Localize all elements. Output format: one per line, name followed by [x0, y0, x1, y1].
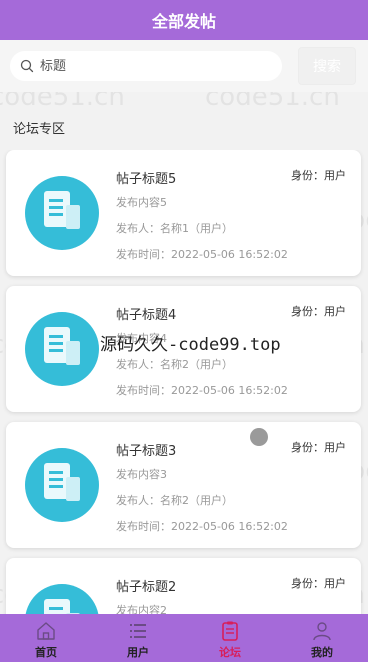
post-title: 帖子标题5 [116, 172, 177, 187]
search-button[interactable]: 搜索 [298, 47, 356, 85]
tab-label: 论坛 [219, 646, 241, 659]
search-bar: 搜索 [0, 40, 368, 92]
post-author: 发布人：名称1（用户） [116, 222, 233, 235]
post-card[interactable]: 帖子标题3 身份：用户 发布内容3 发布人：名称2（用户） 发布时间：2022-… [6, 422, 361, 548]
document-icon [44, 463, 80, 501]
post-identity: 身份：用户 [291, 577, 346, 590]
post-list: 帖子标题5 身份：用户 发布内容5 发布人：名称1（用户） 发布时间：2022-… [0, 150, 368, 614]
person-icon [313, 622, 331, 641]
post-icon [25, 584, 99, 614]
app-header: 全部发帖 [0, 0, 368, 40]
tab-users[interactable]: 用户 [92, 614, 184, 662]
list-icon [130, 624, 146, 638]
search-box[interactable] [10, 51, 282, 81]
search-input[interactable] [40, 58, 260, 74]
post-title: 帖子标题4 [116, 308, 177, 323]
tab-home[interactable]: 首页 [0, 614, 92, 662]
post-icon [25, 176, 99, 250]
post-card[interactable]: 帖子标题2 身份：用户 发布内容2 [6, 558, 361, 614]
home-icon [37, 622, 55, 640]
post-identity: 身份：用户 [291, 441, 346, 454]
post-card[interactable]: 帖子标题5 身份：用户 发布内容5 发布人：名称1（用户） 发布时间：2022-… [6, 150, 361, 276]
post-title: 帖子标题3 [116, 444, 177, 459]
page-title: 全部发帖 [151, 12, 216, 31]
search-icon [20, 59, 34, 73]
tab-label: 首页 [35, 646, 57, 659]
document-icon [44, 599, 80, 614]
section-title: 论坛专区 [13, 122, 66, 137]
post-time: 发布时间：2022-05-06 16:52:02 [116, 248, 288, 261]
floating-dot[interactable] [250, 428, 268, 446]
document-icon [44, 191, 80, 229]
post-identity: 身份：用户 [291, 305, 346, 318]
overlay-watermark-text: 源码久久-code99.top [100, 335, 281, 355]
post-content: 发布内容3 [116, 468, 167, 481]
post-title: 帖子标题2 [116, 580, 177, 595]
clipboard-icon [222, 621, 238, 641]
post-icon [25, 448, 99, 522]
document-icon [44, 327, 80, 365]
tab-profile[interactable]: 我的 [276, 614, 368, 662]
post-time: 发布时间：2022-05-06 16:52:02 [116, 520, 288, 533]
tab-label: 我的 [311, 646, 333, 659]
tab-forum[interactable]: 论坛 [184, 614, 276, 662]
post-time: 发布时间：2022-05-06 16:52:02 [116, 384, 288, 397]
post-icon [25, 312, 99, 386]
bottom-tabbar: 首页 用户 论坛 我的 [0, 614, 368, 662]
post-content: 发布内容5 [116, 196, 167, 209]
post-author: 发布人：名称2（用户） [116, 358, 233, 371]
post-author: 发布人：名称2（用户） [116, 494, 233, 507]
post-content: 发布内容2 [116, 604, 167, 614]
post-identity: 身份：用户 [291, 169, 346, 182]
tab-label: 用户 [127, 646, 149, 659]
